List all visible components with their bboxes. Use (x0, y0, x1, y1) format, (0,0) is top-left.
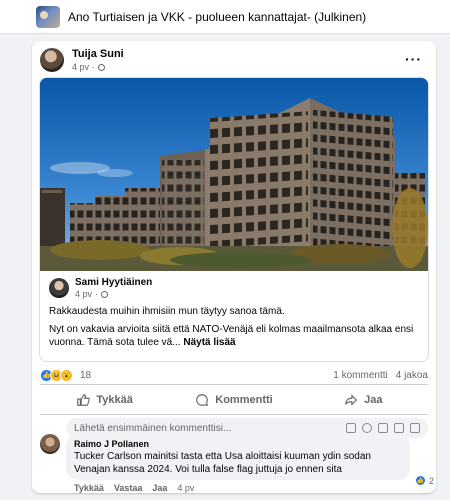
see-more-link[interactable]: Näytä lisää (183, 337, 235, 348)
comment-text: Tucker Carlson mainitsi tasta etta Usa a… (74, 451, 371, 475)
share-count[interactable]: 4 jakoa (396, 370, 428, 381)
shared-author-name[interactable]: Sami Hyytiäinen (75, 277, 152, 289)
shared-post[interactable]: Sami Hyytiäinen 4 pv · Rakkaudesta muihi… (39, 77, 429, 362)
divider (40, 384, 428, 385)
sticker-icon[interactable] (410, 423, 420, 433)
author-name[interactable]: Tuija Suni (72, 47, 124, 61)
like-label: Tykkää (96, 394, 133, 406)
comment-label: Kommentti (215, 394, 273, 406)
divider (40, 414, 428, 415)
shared-text-paragraph-1: Rakkaudesta muihin ihmisiin mun täytyy s… (49, 306, 285, 317)
like-button[interactable]: Tykkää (40, 386, 169, 414)
thumbs-up-icon (77, 394, 91, 406)
shared-text-paragraph-2: Nyt on vakavia arvioita siitä että NATO-… (49, 324, 414, 348)
camera-icon[interactable] (378, 423, 388, 433)
comment-input[interactable] (74, 422, 346, 434)
share-button[interactable]: Jaa (299, 386, 428, 414)
comment-share-button[interactable]: Jaa (152, 483, 167, 493)
shared-post-time[interactable]: 4 pv (75, 289, 92, 299)
reaction-icons[interactable]: 👍 😆 😮 (40, 368, 73, 382)
comment-reactions[interactable]: 👍 2 (414, 475, 434, 486)
post-actions: Tykkää Kommentti Jaa (40, 386, 428, 414)
group-title[interactable]: Ano Turtiaisen ja VKK - puolueen kannatt… (68, 10, 366, 24)
comment-reaction-count: 2 (428, 475, 434, 486)
emoji-icon[interactable] (362, 423, 372, 433)
abandoned-building-photo (40, 78, 428, 271)
comment: Raimo J Pollanen Tucker Carlson mainitsi… (40, 434, 434, 493)
group-header: Ano Turtiaisen ja VKK - puolueen kannatt… (0, 0, 450, 34)
comment-actions: Tykkää Vastaa Jaa 4 pv (74, 483, 428, 493)
gif-icon[interactable] (394, 423, 404, 433)
share-label: Jaa (364, 394, 383, 406)
author-avatar[interactable] (40, 48, 64, 72)
post-card: Tuija Suni 4 pv · ··· Sami Hyytiäinen 4 … (32, 41, 436, 493)
globe-icon (101, 290, 109, 298)
globe-icon (98, 63, 106, 71)
post-header: Tuija Suni 4 pv · (40, 47, 124, 73)
commenter-name[interactable]: Raimo J Pollanen (74, 438, 402, 450)
comment-reply-button[interactable]: Vastaa (114, 483, 143, 493)
shared-post-header: Sami Hyytiäinen 4 pv · (49, 277, 419, 299)
composer-icons (346, 423, 420, 433)
shared-post-meta: 4 pv · (75, 289, 152, 299)
comment-time[interactable]: 4 pv (177, 483, 194, 493)
shared-post-text: Rakkaudesta muihin ihmisiin mun täytyy s… (49, 305, 419, 349)
post-meta: 4 pv · (72, 61, 124, 73)
comment-bubble: Raimo J Pollanen Tucker Carlson mainitsi… (66, 434, 434, 486)
shared-author-avatar[interactable] (49, 278, 69, 298)
reaction-count[interactable]: 18 (80, 370, 91, 381)
commenter-avatar[interactable] (40, 434, 60, 454)
comment-button[interactable]: Kommentti (169, 386, 298, 414)
wow-reaction-icon: 😮 (60, 368, 73, 382)
shared-post-body: Sami Hyytiäinen 4 pv · Rakkaudesta muihi… (40, 271, 428, 360)
comment-icon (196, 394, 209, 406)
like-reaction-icon: 👍 (414, 475, 426, 486)
post-time[interactable]: 4 pv (72, 61, 89, 73)
shared-post-image[interactable] (40, 78, 428, 271)
comment-like-button[interactable]: Tykkää (74, 483, 104, 493)
reactions-summary: 👍 😆 😮 18 1 kommentti 4 jakoa (40, 367, 428, 383)
more-options-button[interactable]: ··· (405, 51, 422, 67)
comment-count[interactable]: 1 kommentti (333, 370, 387, 381)
share-icon (345, 394, 358, 406)
avatar-sticker-icon[interactable] (346, 423, 356, 433)
group-thumbnail[interactable] (36, 5, 60, 28)
